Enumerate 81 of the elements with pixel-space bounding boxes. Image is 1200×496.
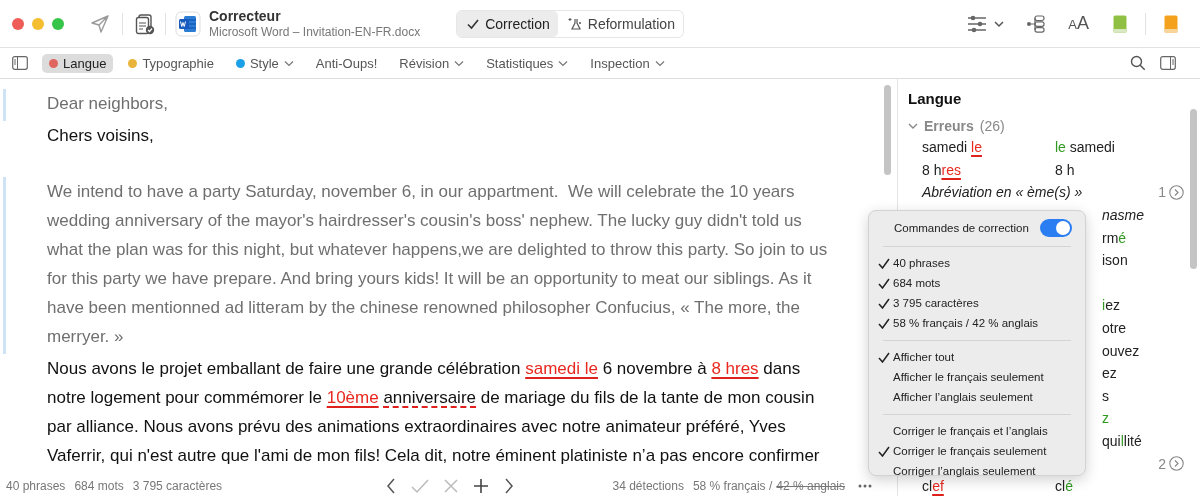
language-share: 58 % français /	[692, 479, 773, 493]
plus-icon[interactable]	[473, 478, 489, 494]
search-icon[interactable]	[1130, 55, 1146, 71]
list-text[interactable]: rmé	[1102, 229, 1127, 246]
language-marker	[3, 89, 6, 121]
paragraph: Dear neighbors,	[47, 93, 168, 115]
mode-tab[interactable]: Correction	[457, 10, 558, 37]
menu-item[interactable]: 58 % français / 42 % anglais	[869, 313, 1085, 333]
tab[interactable]: Style	[228, 53, 301, 73]
menu-item[interactable]: Corriger l’anglais seulement	[869, 461, 1085, 481]
menu-item[interactable]: 3 795 caractères	[869, 293, 1085, 313]
list-text[interactable]: quillité	[1102, 433, 1142, 449]
menu-item[interactable]: Afficher tout	[869, 347, 1085, 367]
menu-item[interactable]: 684 mots	[869, 273, 1085, 293]
suggestion-text[interactable]: 8 h	[1055, 161, 1075, 178]
text-size-button[interactable]: AA	[1068, 13, 1089, 34]
sparkle-flask-icon	[566, 15, 583, 32]
error-text[interactable]: clef	[922, 478, 1055, 495]
list-text[interactable]: ouvez	[1102, 342, 1140, 359]
sidebar-toggle-icon[interactable]	[12, 56, 28, 70]
list-text[interactable]: ez	[1102, 365, 1117, 382]
chevron-circle-icon[interactable]	[1169, 185, 1184, 200]
menu-item[interactable]: 40 phrases	[869, 253, 1085, 273]
group-count: (26)	[979, 118, 1005, 134]
zoom-button[interactable]	[52, 17, 64, 30]
language-share: 42 % anglais	[776, 479, 845, 493]
window-title: Correcteur	[209, 8, 282, 24]
book-icon[interactable]	[1164, 14, 1178, 33]
word-app-icon[interactable]	[175, 10, 201, 37]
detection-count: 34 détections	[612, 479, 684, 493]
paragraph: We intend to have a party Saturday, november 6, in our appartment. We will celebrate the 10 years wedding anniversary of the mayor's hairdresser's cousin's boss' nephew. The lucky guy didn't told us what the plan was for this night, but whatever happens,we are delighted to throw this party. So join to us for this party we have prepare. And bring yours kids! It will be an opportunity to meat our siblings. As it have been mentionned ad litteram by the chinese renowned philosopher Confucius, « The more, the merryer. »	[47, 181, 828, 348]
tab[interactable]: Anti-Oups!	[308, 53, 385, 73]
menu-item[interactable]: Afficher l’anglais seulement	[869, 387, 1085, 407]
send-icon[interactable]	[90, 13, 110, 34]
chevron-icon[interactable]	[908, 122, 918, 130]
next-icon[interactable]	[504, 478, 514, 494]
paragraph: Nous avons le projet emballant de faire une grande célébration samedi le 6 novembre à 8 hres dans notre logement pour commémorer le 10ème anniversaire de mariage du fils de la tante de mon cousin par alliance. Nous avons prévu des animations extraordinaires avec notre animateur préféré, Yves Vaferrir, qui n'est autre que l'ami de mon fils! Cela dit, notre éminent platiniste n’a pas encore confirmer	[47, 358, 820, 467]
status-count: 3 795 caractères	[132, 479, 223, 493]
chevron-down-icon[interactable]	[994, 19, 1005, 28]
list-text[interactable]: z	[1102, 410, 1109, 427]
list-text[interactable]: otre	[1102, 320, 1127, 337]
check-icon[interactable]	[411, 478, 429, 494]
error-text[interactable]: samedi le	[922, 139, 1055, 156]
sliders-icon[interactable]	[966, 13, 989, 34]
list-text[interactable]: s	[1102, 387, 1109, 404]
chevron-circle-icon[interactable]	[1169, 456, 1184, 472]
panel-toggle-icon[interactable]	[1160, 56, 1176, 70]
menu-item[interactable]: Corriger le français et l’anglais	[869, 421, 1085, 441]
tab[interactable]: Révision	[392, 53, 472, 73]
book-icon[interactable]	[1113, 14, 1127, 33]
tab[interactable]: Statistiques	[479, 53, 576, 73]
toggle-switch[interactable]	[1040, 219, 1072, 237]
group-label: Erreurs	[924, 118, 974, 134]
occurrence-count: 2	[1158, 455, 1166, 472]
tab[interactable]: Typographie	[121, 53, 221, 73]
rule-name[interactable]: Abréviation en « ème(s) »	[922, 184, 1146, 201]
scrollbar[interactable]	[1190, 109, 1197, 269]
suggestion-text[interactable]: clé	[1055, 478, 1073, 495]
occurrence-count: 1	[1158, 184, 1166, 201]
toggle-label: Commandes de correction	[894, 222, 1029, 234]
list-text[interactable]: nasme	[1102, 207, 1145, 224]
list-text[interactable]: ison	[1102, 252, 1128, 269]
suggestion-text[interactable]: le samedi	[1055, 139, 1115, 156]
tab[interactable]: Langue	[42, 53, 114, 73]
more-icon[interactable]	[858, 484, 872, 488]
status-count: 684 mots	[74, 479, 124, 493]
error-text[interactable]: 8 hres	[922, 161, 1055, 178]
paragraph: Chers voisins,	[47, 125, 154, 147]
mode-tab[interactable]: Reformulation	[557, 10, 683, 37]
panel-title: Langue	[908, 90, 963, 107]
close-button[interactable]	[12, 17, 24, 30]
status-count: 40 phrases	[6, 479, 66, 493]
document-name: Microsoft Word – Invitation-EN-FR.docx	[209, 25, 421, 39]
menu-item[interactable]: Afficher le français seulement	[869, 367, 1085, 387]
document-check-icon[interactable]	[135, 12, 155, 35]
scrollbar[interactable]	[884, 85, 891, 175]
tab[interactable]: Inspection	[583, 53, 672, 73]
outline-tree-icon[interactable]	[1026, 13, 1047, 34]
menu-item[interactable]: Corriger le français seulement	[869, 441, 1085, 461]
list-text[interactable]: iez	[1102, 297, 1120, 314]
previous-icon[interactable]	[386, 478, 396, 494]
